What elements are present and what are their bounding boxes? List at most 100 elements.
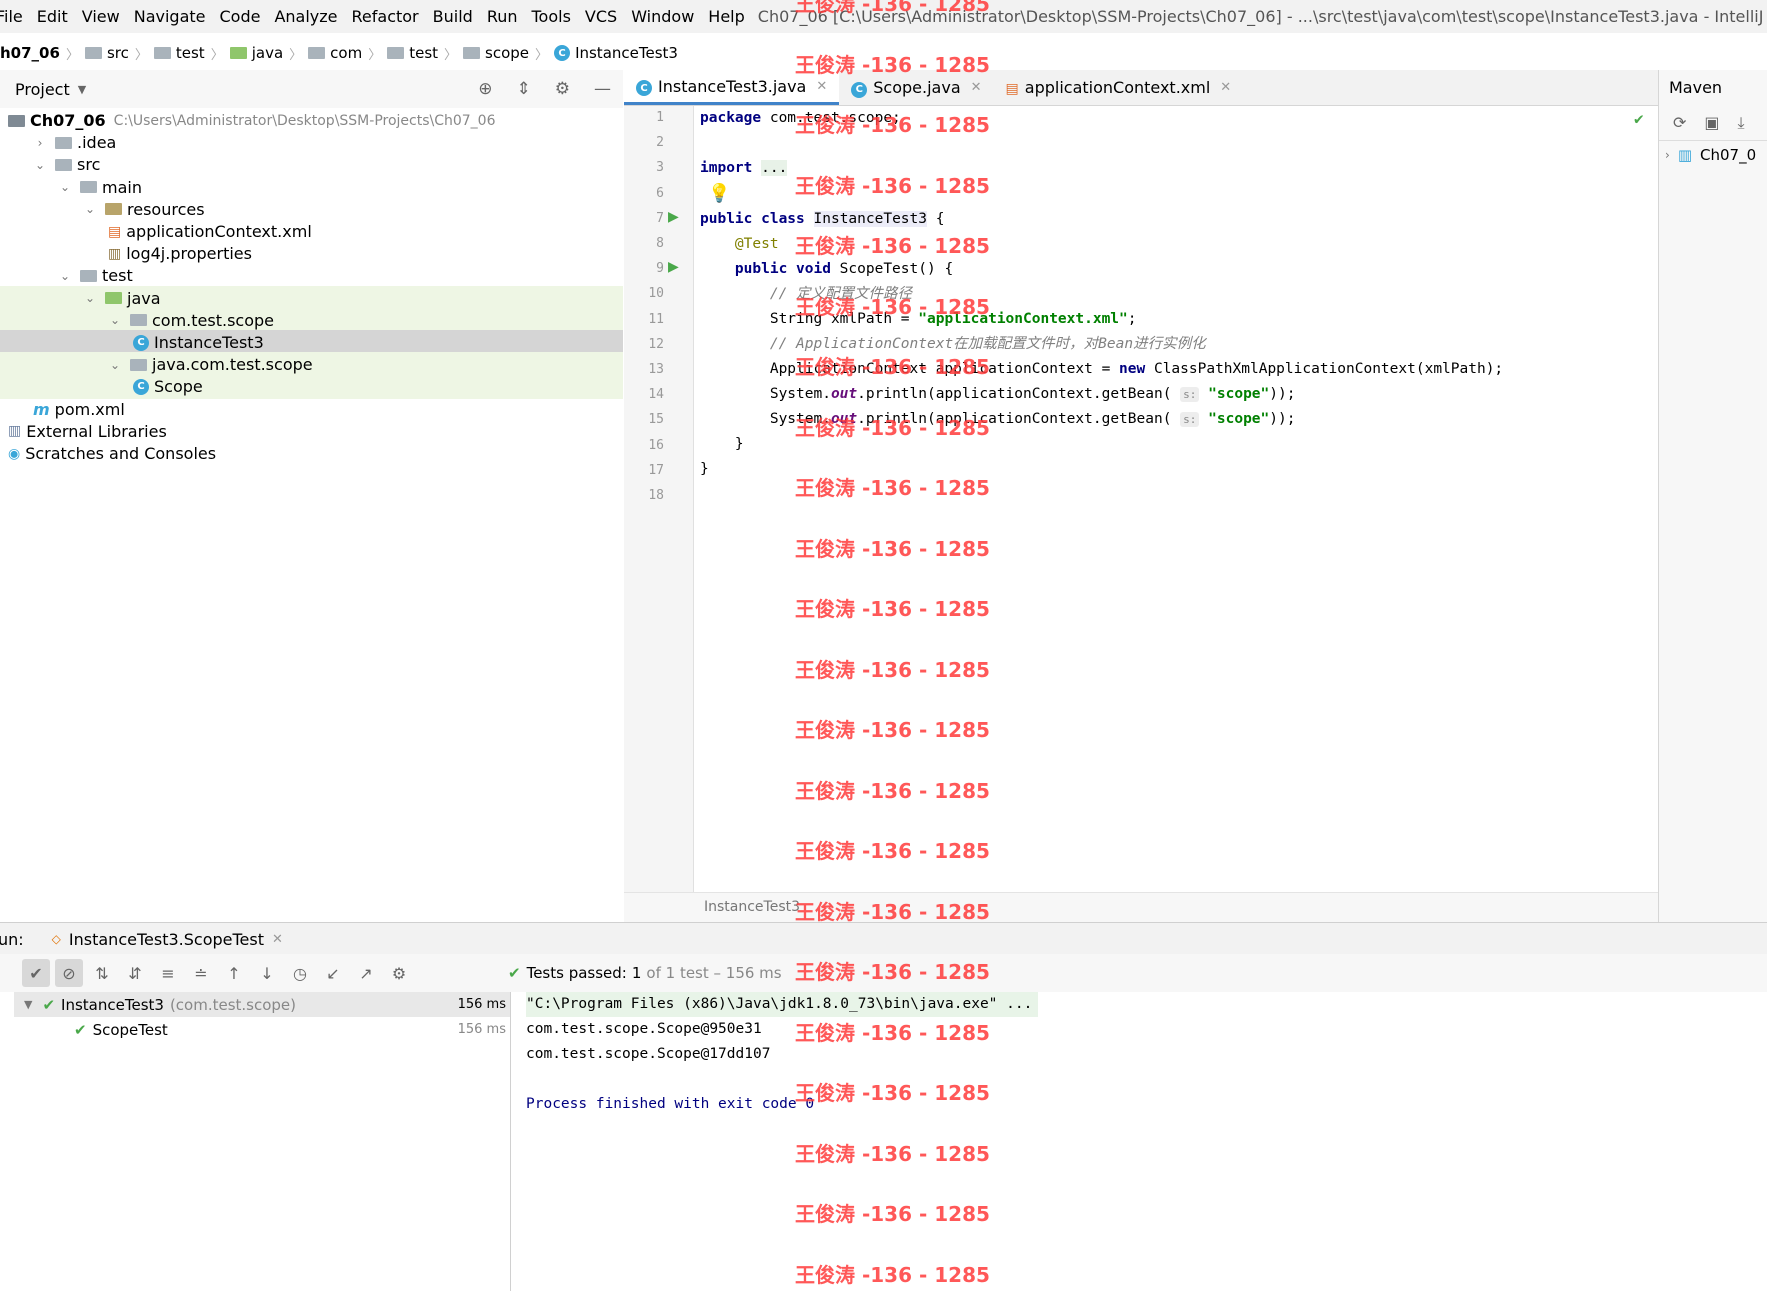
menu-run[interactable]: Run xyxy=(480,7,525,26)
chevron-down-icon[interactable]: ⌄ xyxy=(108,358,122,372)
breadcrumb-item[interactable]: C InstanceTest3 xyxy=(554,44,678,62)
run-tab[interactable]: InstanceTest3.ScopeTest xyxy=(69,930,264,949)
menu-help[interactable]: Help xyxy=(701,7,751,26)
collapse-all-icon[interactable]: ≐ xyxy=(187,959,215,987)
menu-window[interactable]: Window xyxy=(624,7,701,26)
gear-icon[interactable]: ⚙ xyxy=(385,959,413,987)
breadcrumb-label: src xyxy=(106,44,129,62)
chevron-down-icon[interactable]: ⌄ xyxy=(83,202,97,216)
breadcrumb-item[interactable]: test xyxy=(387,44,438,62)
menu-edit[interactable]: Edit xyxy=(30,7,75,26)
chevron-down-icon[interactable]: ▼ xyxy=(78,83,86,96)
console-line: com.test.scope.Scope@950e31 xyxy=(526,1021,762,1037)
footer-class-name[interactable]: InstanceTest3 xyxy=(704,899,800,915)
breadcrumb-item[interactable]: src xyxy=(84,44,129,62)
project-panel-header: Project ▼ ⊕ ⇕ ⚙ — xyxy=(0,70,623,109)
tree-item[interactable]: ◉ Scratches and Consoles xyxy=(0,441,623,466)
console-output[interactable]: "C:\Program Files (x86)\Java\jdk1.8.0_73… xyxy=(511,992,1767,1291)
history-icon[interactable]: ◷ xyxy=(286,959,314,987)
line-number: 3 xyxy=(656,160,664,176)
code-area[interactable]: package com.test.scope; import ... 💡 pub… xyxy=(694,106,1658,892)
breadcrumb-item[interactable]: scope xyxy=(463,44,529,62)
run-test-icon[interactable]: ▶ xyxy=(668,209,679,225)
menu-code[interactable]: Code xyxy=(213,7,268,26)
chevron-down-icon[interactable]: ⌄ xyxy=(33,158,47,172)
editor-tab[interactable]: ▤ applicationContext.xml ✕ xyxy=(994,70,1244,105)
run-config-icon: ◇ xyxy=(51,932,61,946)
close-icon[interactable]: ✕ xyxy=(1220,80,1231,95)
show-ignored-icon[interactable]: ⊘ xyxy=(55,959,83,987)
menu-build[interactable]: Build xyxy=(426,7,480,26)
import-tests-icon[interactable]: ↙ xyxy=(319,959,347,987)
project-panel-title[interactable]: Project xyxy=(15,80,70,99)
chevron-down-icon[interactable]: ⌄ xyxy=(58,269,72,283)
breadcrumb-item[interactable]: test xyxy=(153,44,205,62)
test-results-tree: ▼ ✔ InstanceTest3 (com.test.scope) 156 m… xyxy=(0,992,511,1291)
maven-module-icon: ▥ xyxy=(1677,146,1692,164)
next-failed-icon[interactable]: ↓ xyxy=(253,959,281,987)
breadcrumb-item[interactable]: com xyxy=(308,44,362,62)
properties-file-icon: ▥ xyxy=(108,245,122,262)
add-maven-project-icon[interactable]: ▣ xyxy=(1704,113,1719,132)
tests-status-suffix: of 1 test – 156 ms xyxy=(646,964,782,982)
editor-tab[interactable]: C Scope.java ✕ xyxy=(839,70,993,105)
line-number: 16 xyxy=(648,437,664,453)
tree-item-label: Scope xyxy=(154,377,203,397)
run-test-icon[interactable]: ▶ xyxy=(668,259,679,275)
export-tests-icon[interactable]: ↗ xyxy=(352,959,380,987)
maven-project[interactable]: Ch07_0 xyxy=(1700,146,1756,164)
maven-title[interactable]: Maven xyxy=(1669,78,1722,97)
scratches-icon: ◉ xyxy=(8,445,21,462)
download-icon[interactable]: ⤓ xyxy=(1738,113,1745,133)
editor-tab[interactable]: C InstanceTest3.java ✕ xyxy=(624,70,840,105)
line-number: 2 xyxy=(656,135,664,151)
lightbulb-icon[interactable]: 💡 xyxy=(708,181,730,206)
menu-refactor[interactable]: Refactor xyxy=(345,7,426,26)
console-line: Process finished with exit code 0 xyxy=(526,1096,815,1112)
menu-tools[interactable]: Tools xyxy=(525,7,578,26)
breadcrumb-item[interactable]: h07_06 xyxy=(0,44,60,62)
test-class-package: (com.test.scope) xyxy=(169,995,297,1014)
tree-item-label: java.com.test.scope xyxy=(152,355,313,375)
locate-icon[interactable]: ⊕ xyxy=(478,79,492,99)
chevron-down-icon[interactable]: ⌄ xyxy=(83,291,97,305)
test-row[interactable]: ✔ ScopeTest 156 ms xyxy=(14,1017,510,1042)
menu-navigate[interactable]: Navigate xyxy=(127,7,213,26)
menu-view[interactable]: View xyxy=(75,7,127,26)
close-icon[interactable]: ✕ xyxy=(971,80,982,95)
sort-duration-icon[interactable]: ⇵ xyxy=(121,959,149,987)
previous-failed-icon[interactable]: ↑ xyxy=(220,959,248,987)
test-source-folder-icon xyxy=(105,292,122,305)
show-passed-icon[interactable]: ✔ xyxy=(22,959,50,987)
tree-item-label: Scratches and Consoles xyxy=(25,444,217,463)
test-row[interactable]: ▼ ✔ InstanceTest3 (com.test.scope) 156 m… xyxy=(14,992,510,1017)
window-title: Ch07_06 [C:\Users\Administrator\Desktop\… xyxy=(757,7,1767,26)
chevron-down-icon[interactable]: ⌄ xyxy=(108,313,122,327)
collapse-all-icon[interactable]: ⇕ xyxy=(517,79,531,99)
close-icon[interactable]: ✕ xyxy=(816,79,827,94)
expand-all-icon[interactable]: ≡ xyxy=(154,959,182,987)
refresh-icon[interactable]: ⟳ xyxy=(1673,113,1686,132)
hide-icon[interactable]: — xyxy=(594,79,611,99)
chevron-down-icon[interactable]: ⌄ xyxy=(58,180,72,194)
close-icon[interactable]: ✕ xyxy=(272,932,283,947)
gear-icon[interactable]: ⚙ xyxy=(555,79,570,99)
code-line: String xmlPath = "applicationContext.xml… xyxy=(700,311,1137,327)
sort-alpha-icon[interactable]: ⇅ xyxy=(88,959,116,987)
code-line: @Test xyxy=(734,236,779,252)
resources-folder-icon xyxy=(105,203,122,216)
chevron-right-icon[interactable]: › xyxy=(1665,148,1670,162)
breadcrumb-item[interactable]: java xyxy=(229,44,283,62)
code-line: } xyxy=(700,436,744,452)
folder-icon xyxy=(463,47,481,59)
test-class-name: InstanceTest3 xyxy=(61,995,164,1014)
package-icon xyxy=(130,358,147,371)
menu-analyze[interactable]: Analyze xyxy=(267,7,344,26)
menu-vcs[interactable]: VCS xyxy=(578,7,624,26)
menu-file[interactable]: File xyxy=(0,7,30,26)
chevron-down-icon[interactable]: ▼ xyxy=(24,998,32,1011)
line-number: 9 xyxy=(656,261,664,277)
line-number: 13 xyxy=(648,362,664,377)
breadcrumb: h07_06 〉 src 〉 test 〉 java 〉 com 〉 test 〉 scope 〉 C Ins… xyxy=(0,39,1767,67)
chevron-right-icon[interactable]: › xyxy=(33,136,47,150)
